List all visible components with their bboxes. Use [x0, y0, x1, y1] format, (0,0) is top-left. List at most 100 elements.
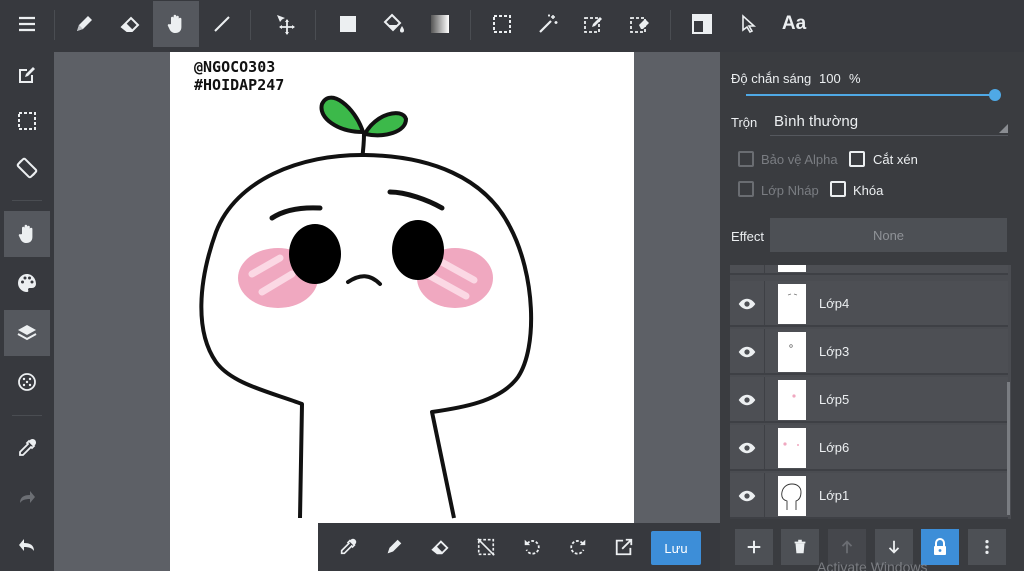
- protect-alpha-label: Bảo vệ Alpha: [761, 152, 838, 167]
- layer-name: Lớp3: [819, 344, 850, 359]
- layer-row-lop5[interactable]: Lớp5: [730, 377, 1008, 423]
- delete-layer-icon: [794, 539, 806, 554]
- drawing-canvas[interactable]: @NGOCO303 #HOIDAP247: [170, 52, 634, 571]
- menu-icon[interactable]: [4, 1, 50, 47]
- text-tool-label: Aa: [781, 13, 807, 34]
- canvas-area[interactable]: @NGOCO303 #HOIDAP247: [54, 52, 720, 571]
- layer-thumbnail: [778, 380, 806, 420]
- draft-layer-checkbox[interactable]: [738, 181, 754, 197]
- sprout-character-drawing: [199, 95, 534, 519]
- draft-layer-label: Lớp Nháp: [761, 183, 819, 198]
- clipping-checkbox[interactable]: [849, 151, 865, 167]
- toolbar-divider: [12, 200, 42, 201]
- layer-name: Lớp5: [819, 392, 850, 407]
- edit-icon[interactable]: [4, 52, 50, 98]
- opacity-unit: %: [849, 71, 861, 86]
- layer-row-partial[interactable]: [730, 265, 1008, 275]
- bucket-icon[interactable]: [371, 1, 417, 47]
- eye-icon[interactable]: [738, 343, 756, 361]
- layers-icon[interactable]: [4, 310, 50, 356]
- export-icon[interactable]: [603, 526, 645, 568]
- select-pen-icon[interactable]: [571, 1, 617, 47]
- move-icon[interactable]: [262, 1, 308, 47]
- blend-mode-select[interactable]: Bình thường: [770, 110, 1008, 136]
- opacity-value: 100: [819, 71, 841, 86]
- lock-checkbox[interactable]: [830, 181, 846, 197]
- palette-icon[interactable]: [4, 260, 50, 306]
- opacity-slider[interactable]: [746, 94, 995, 96]
- deselect-icon[interactable]: [465, 526, 507, 568]
- cursor-icon[interactable]: [725, 1, 771, 47]
- protect-alpha-checkbox[interactable]: [738, 151, 754, 167]
- more-options-button[interactable]: [968, 529, 1006, 565]
- blend-mode-value: Bình thường: [774, 113, 859, 130]
- layer-thumbnail: [778, 332, 806, 372]
- eraser-icon[interactable]: [107, 1, 153, 47]
- select-eraser-icon[interactable]: [617, 1, 663, 47]
- panel-layout-icon[interactable]: [679, 1, 725, 47]
- eyedropper-icon[interactable]: [4, 425, 50, 471]
- eye-icon[interactable]: [738, 487, 756, 505]
- eyedropper-icon[interactable]: [327, 526, 369, 568]
- layer-thumbnail: [778, 476, 806, 516]
- fill-rect-icon[interactable]: [325, 1, 371, 47]
- clipping-label: Cắt xén: [873, 152, 918, 167]
- move-up-icon: [841, 540, 853, 554]
- toolbar-divider: [670, 10, 671, 40]
- delete-layer-button[interactable]: [781, 529, 819, 565]
- layer-list-scrollbar[interactable]: [1007, 382, 1010, 515]
- layer-row-lop1[interactable]: Lớp1: [730, 473, 1008, 519]
- eye-icon[interactable]: [738, 295, 756, 313]
- dropdown-corner-icon: [999, 124, 1008, 133]
- add-layer-icon: [747, 540, 761, 554]
- layer-properties-panel: Độ chắn sáng 100 % Trộn Bình thường Bảo …: [720, 52, 1024, 571]
- selection-icon[interactable]: [4, 98, 50, 144]
- add-layer-button[interactable]: [735, 529, 773, 565]
- effect-button[interactable]: None: [770, 218, 1007, 252]
- rotate-right-icon[interactable]: [557, 526, 599, 568]
- layer-row-lop3[interactable]: Lớp3: [730, 329, 1008, 375]
- select-rect-icon[interactable]: [479, 1, 525, 47]
- os-activation-watermark: Activate Windows: [817, 559, 928, 571]
- eye-icon[interactable]: [738, 391, 756, 409]
- magic-wand-icon[interactable]: [525, 1, 571, 47]
- rotate-screen-icon[interactable]: [4, 145, 50, 191]
- line-icon[interactable]: [199, 1, 245, 47]
- toolbar-divider: [250, 10, 251, 40]
- save-button[interactable]: Lưu: [651, 531, 701, 565]
- move-down-icon: [888, 540, 900, 554]
- toolbar-divider: [470, 10, 471, 40]
- more-icon: [985, 539, 989, 555]
- blend-label: Trộn: [731, 115, 758, 130]
- redo-icon[interactable]: [4, 474, 50, 520]
- hand-icon[interactable]: [153, 1, 199, 47]
- layer-thumbnail: [778, 284, 806, 324]
- text-icon[interactable]: Aa: [771, 1, 817, 47]
- layer-name: Lớp4: [819, 296, 850, 311]
- effect-label: Effect: [731, 229, 765, 244]
- lock-icon: [934, 538, 946, 555]
- bottom-toolbar: Lưu: [318, 523, 720, 571]
- brush-settings-icon[interactable]: [4, 359, 50, 405]
- layer-name: Lớp6: [819, 440, 850, 455]
- opacity-label: Độ chắn sáng: [731, 71, 812, 86]
- layer-list[interactable]: Lớp4 Lớp3 Lớp5 Lớp6 Lớp1: [730, 265, 1011, 519]
- layer-row-lop6[interactable]: Lớp6: [730, 425, 1008, 471]
- pen-icon[interactable]: [61, 1, 107, 47]
- gradient-icon[interactable]: [417, 1, 463, 47]
- opacity-slider-handle[interactable]: [989, 89, 1001, 101]
- layer-thumbnail: [778, 265, 806, 272]
- left-toolbar: [0, 52, 54, 571]
- eye-icon[interactable]: [738, 439, 756, 457]
- toolbar-divider: [315, 10, 316, 40]
- layer-thumbnail: [778, 428, 806, 468]
- undo-icon[interactable]: [4, 522, 50, 568]
- pen-icon[interactable]: [373, 526, 415, 568]
- hand-icon[interactable]: [4, 211, 50, 257]
- layer-row-lop4[interactable]: Lớp4: [730, 281, 1008, 327]
- lock-label: Khóa: [853, 183, 884, 198]
- layer-name: Lớp1: [819, 488, 850, 503]
- rotate-left-icon[interactable]: [511, 526, 553, 568]
- toolbar-divider: [54, 10, 55, 40]
- eraser-icon[interactable]: [419, 526, 461, 568]
